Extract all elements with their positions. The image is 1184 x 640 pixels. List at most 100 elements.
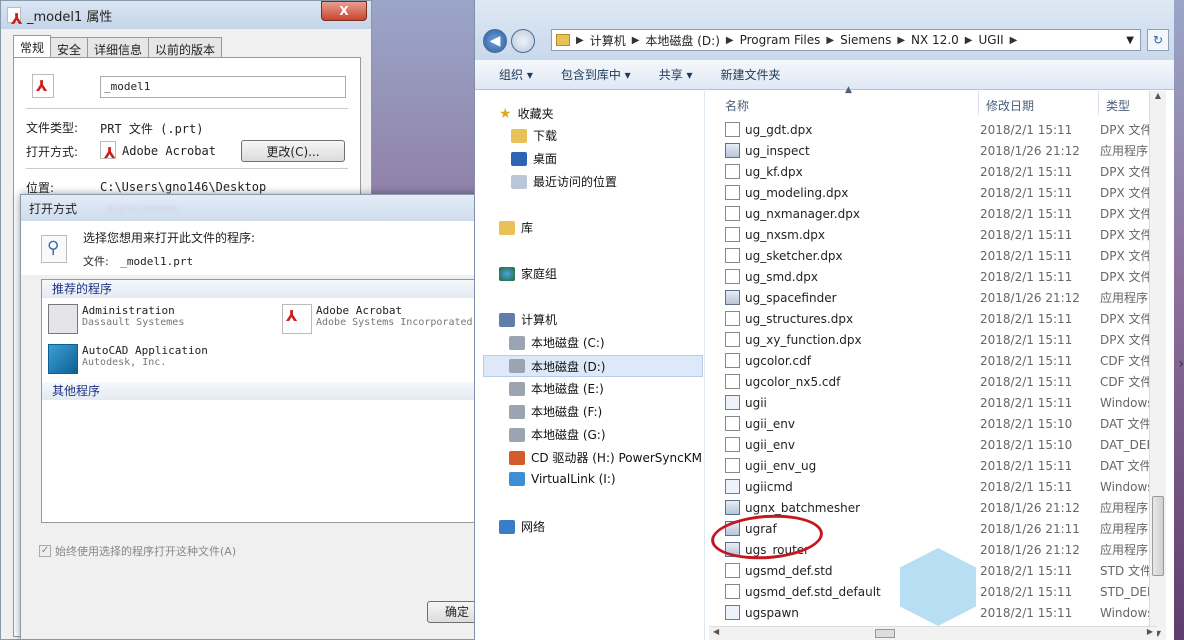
- breadcrumb-nx12[interactable]: NX 12.0: [911, 33, 959, 47]
- breadcrumb-drive-d[interactable]: 本地磁盘 (D:): [645, 32, 719, 49]
- column-header-date[interactable]: 修改日期: [986, 97, 1034, 114]
- column-header-type[interactable]: 类型: [1106, 97, 1130, 114]
- vertical-scrollbar[interactable]: ▲ ▼: [1149, 91, 1166, 640]
- table-row[interactable]: ugii 2018/2/1 15:11 Windows: [725, 392, 1165, 413]
- nav-virtuallink[interactable]: VirtualLink (I:): [509, 472, 616, 486]
- nav-desktop[interactable]: 桌面: [511, 150, 557, 167]
- file-name: ugii: [745, 395, 767, 410]
- nav-homegroup[interactable]: 家庭组: [499, 265, 557, 282]
- table-row[interactable]: ug_structures.dpx 2018/2/1 15:11 DPX 文件: [725, 308, 1165, 329]
- file-type: DPX 文件: [1100, 333, 1153, 347]
- chevron-right-icon[interactable]: ▶: [632, 35, 640, 46]
- table-row[interactable]: ug_inspect 2018/1/26 21:12 应用程序: [725, 140, 1165, 161]
- forward-button[interactable]: [511, 29, 535, 53]
- nav-cd-drive[interactable]: CD 驱动器 (H:) PowerSyncKM: [509, 449, 702, 466]
- nav-label: 本地磁盘 (G:): [531, 428, 606, 442]
- breadcrumb-siemens[interactable]: Siemens: [840, 33, 891, 47]
- nav-downloads[interactable]: 下载: [511, 127, 557, 144]
- explorer-window: ◀ ▶ 计算机 ▶ 本地磁盘 (D:) ▶ Program Files ▶ Si…: [474, 0, 1174, 640]
- file-date: 2018/2/1 15:11: [980, 206, 1073, 221]
- table-row[interactable]: ug_nxsm.dpx 2018/2/1 15:11 DPX 文件: [725, 224, 1165, 245]
- program-adobe-acrobat[interactable]: Adobe Acrobat Adobe Systems Incorporated: [282, 304, 473, 334]
- scrollbar-thumb[interactable]: [875, 629, 895, 638]
- include-in-library-button[interactable]: 包含到库中 ▾: [561, 66, 631, 83]
- chevron-right-icon[interactable]: ▶: [726, 35, 734, 46]
- document-icon: [725, 227, 740, 242]
- change-button[interactable]: 更改(C)...: [241, 140, 345, 162]
- document-icon: [725, 269, 740, 284]
- nav-favorites[interactable]: ★ 收藏夹: [499, 105, 554, 122]
- nav-drive-e[interactable]: 本地磁盘 (E:): [509, 380, 604, 397]
- table-row[interactable]: ugiicmd 2018/2/1 15:11 Windows: [725, 476, 1165, 497]
- nav-computer[interactable]: 计算机: [499, 311, 557, 328]
- table-row[interactable]: ug_nxmanager.dpx 2018/2/1 15:11 DPX 文件: [725, 203, 1165, 224]
- nav-drive-f[interactable]: 本地磁盘 (F:): [509, 403, 602, 420]
- nav-drive-d[interactable]: 本地磁盘 (D:): [483, 355, 703, 377]
- chevron-right-icon[interactable]: ▶: [1010, 35, 1018, 46]
- chevron-right-icon[interactable]: ▶: [965, 35, 973, 46]
- scrollbar-thumb[interactable]: [1152, 496, 1164, 576]
- scroll-right-icon[interactable]: ▶: [1147, 627, 1153, 636]
- nav-network[interactable]: 网络: [499, 518, 545, 535]
- close-button[interactable]: X: [321, 1, 367, 21]
- program-autocad[interactable]: AutoCAD Application Autodesk, Inc.: [48, 344, 208, 374]
- chevron-right-icon[interactable]: ▶: [826, 35, 834, 46]
- column-divider[interactable]: [1098, 91, 1099, 115]
- chevron-right-icon[interactable]: ▶: [576, 35, 584, 46]
- column-divider[interactable]: [978, 91, 979, 115]
- table-row[interactable]: ugii_env_ug 2018/2/1 15:11 DAT 文件: [725, 455, 1165, 476]
- scroll-left-icon[interactable]: ◀: [713, 627, 719, 636]
- table-row[interactable]: ug_smd.dpx 2018/2/1 15:11 DPX 文件: [725, 266, 1165, 287]
- share-button[interactable]: 共享 ▾: [659, 66, 693, 83]
- breadcrumb-ugii[interactable]: UGII: [978, 33, 1003, 47]
- nav-drive-g[interactable]: 本地磁盘 (G:): [509, 426, 606, 443]
- always-use-checkbox[interactable]: ✓ 始终使用选择的程序打开这种文件(A): [39, 543, 236, 559]
- table-row[interactable]: ug_modeling.dpx 2018/2/1 15:11 DPX 文件: [725, 182, 1165, 203]
- file-type: DPX 文件: [1100, 165, 1153, 179]
- program-administration[interactable]: Administration Dassault Systemes: [48, 304, 184, 334]
- window-app-icon: [48, 304, 78, 334]
- checkbox-box[interactable]: ✓: [39, 545, 51, 557]
- filename-field[interactable]: _model1: [100, 76, 346, 98]
- breadcrumb-program-files[interactable]: Program Files: [740, 33, 821, 47]
- nav-library[interactable]: 库: [499, 219, 533, 236]
- file-type: DPX 文件: [1100, 228, 1153, 242]
- file-type: Windows: [1100, 479, 1154, 494]
- homegroup-icon: [499, 266, 515, 281]
- script-icon: [725, 479, 740, 494]
- nav-label: 网络: [521, 520, 546, 534]
- table-row[interactable]: ugcolor_nx5.cdf 2018/2/1 15:11 CDF 文件: [725, 371, 1165, 392]
- file-name: ugnx_batchmesher: [745, 500, 861, 515]
- nav-recent[interactable]: 最近访问的位置: [511, 173, 617, 190]
- file-type: 应用程序: [1100, 522, 1149, 536]
- file-type: DAT 文件: [1100, 459, 1152, 473]
- column-header-name[interactable]: 名称: [725, 97, 749, 114]
- breadcrumb-computer[interactable]: 计算机: [590, 32, 626, 49]
- new-folder-button[interactable]: 新建文件夹: [721, 66, 781, 83]
- table-row[interactable]: ugii_env 2018/2/1 15:10 DAT_DEFA: [725, 434, 1165, 455]
- nav-label: 下载: [533, 129, 558, 143]
- scroll-up-icon[interactable]: ▲: [1150, 91, 1166, 100]
- refresh-icon[interactable]: ↻: [1147, 29, 1169, 51]
- back-button[interactable]: ◀: [483, 29, 507, 53]
- chevron-down-icon[interactable]: ▼: [1126, 35, 1134, 46]
- chevron-right-icon[interactable]: ›: [1178, 356, 1184, 372]
- properties-titlebar: _model1 属性: [1, 1, 371, 29]
- table-row[interactable]: ug_spacefinder 2018/1/26 21:12 应用程序: [725, 287, 1165, 308]
- table-row[interactable]: ug_sketcher.dpx 2018/2/1 15:11 DPX 文件: [725, 245, 1165, 266]
- table-row[interactable]: ug_gdt.dpx 2018/2/1 15:11 DPX 文件: [725, 119, 1165, 140]
- table-row[interactable]: ugcolor.cdf 2018/2/1 15:11 CDF 文件: [725, 350, 1165, 371]
- chevron-right-icon[interactable]: ▶: [897, 35, 905, 46]
- file-name: ugii_env_ug: [745, 458, 817, 473]
- nav-drive-c[interactable]: 本地磁盘 (C:): [509, 334, 605, 351]
- file-date: 2018/2/1 15:11: [980, 605, 1073, 620]
- table-row[interactable]: ug_kf.dpx 2018/2/1 15:11 DPX 文件: [725, 161, 1165, 182]
- table-row[interactable]: ug_xy_function.dpx 2018/2/1 15:11 DPX 文件: [725, 329, 1165, 350]
- table-row[interactable]: ugii_env 2018/2/1 15:10 DAT 文件: [725, 413, 1165, 434]
- organize-button[interactable]: 组织 ▾: [499, 66, 533, 83]
- breadcrumb[interactable]: ▶ 计算机 ▶ 本地磁盘 (D:) ▶ Program Files ▶ Siem…: [551, 29, 1141, 51]
- horizontal-scrollbar[interactable]: ◀ ▶: [709, 626, 1157, 640]
- library-icon: [499, 220, 515, 235]
- file-name: ugiicmd: [745, 479, 793, 494]
- other-programs-header[interactable]: 其他程序: [42, 382, 480, 400]
